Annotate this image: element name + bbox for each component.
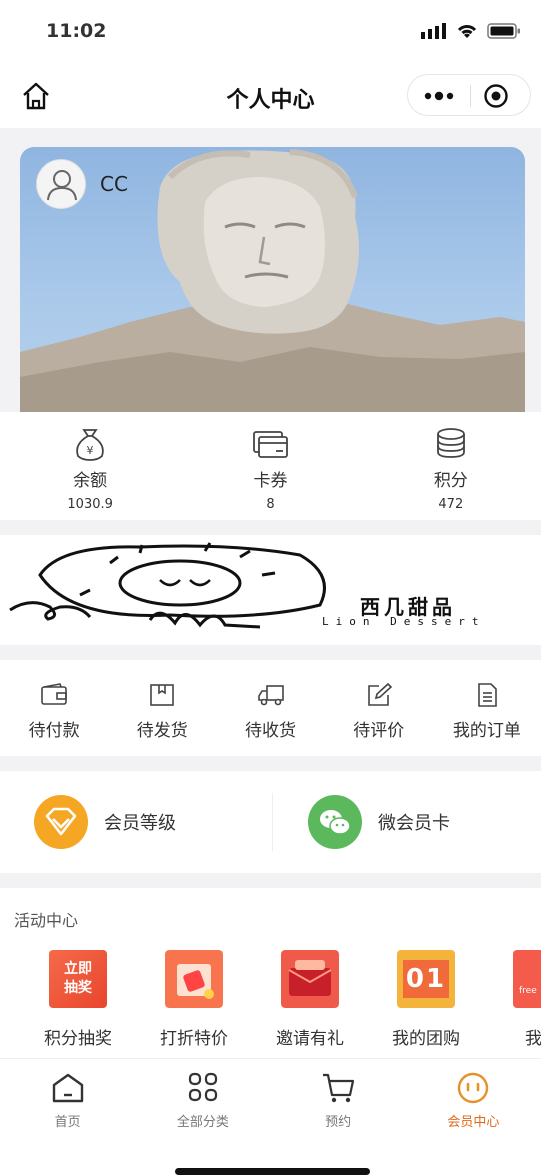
- lion-logo-illustration: [9, 542, 326, 629]
- home-icon: [52, 1073, 83, 1103]
- activity-group-buy[interactable]: 01 我的团购: [376, 950, 476, 1049]
- activity-label: 打折特价: [160, 1029, 228, 1049]
- asset-points[interactable]: 积分 472: [361, 412, 541, 520]
- wifi-icon: [457, 25, 477, 38]
- asset-summary: ¥ 余额 1030.9 卡券 8 积分 472: [0, 412, 541, 520]
- personal-center-screen: 11:02 个人中心 CC ¥ 余额 1030.9 卡券 8 积分 472 西几…: [0, 0, 541, 1175]
- activity-title: 活动中心: [14, 911, 79, 930]
- asset-value: 472: [438, 497, 464, 512]
- activity-center: 活动中心 立即抽奖 积分抽奖 打折特价 邀请有礼 01 我的团购 free 我: [0, 888, 541, 1058]
- user-avatar[interactable]: [36, 159, 86, 209]
- tab-member-center[interactable]: 会员中心: [406, 1059, 541, 1175]
- member-level-badge: [34, 795, 88, 849]
- username: CC: [100, 172, 128, 196]
- group-buy-calendar-icon: 01: [397, 950, 455, 1008]
- status-bar: 11:02: [0, 0, 541, 62]
- member-divider: [272, 793, 273, 851]
- wallet-icon: [41, 683, 67, 705]
- target-close-icon[interactable]: [483, 83, 509, 109]
- tab-label: 预约: [325, 1115, 352, 1130]
- order-label: 待评价: [353, 721, 405, 741]
- mini-program-capsule: [407, 74, 531, 116]
- order-all[interactable]: 我的订单: [433, 660, 541, 756]
- asset-label: 积分: [433, 471, 468, 491]
- order-label: 我的订单: [452, 721, 521, 741]
- nav-bar: 个人中心: [0, 62, 541, 128]
- activity-label: 积分抽奖: [44, 1029, 112, 1049]
- card-icon: [253, 431, 289, 458]
- money-bag-icon: ¥: [76, 429, 104, 461]
- discount-gift-icon: [165, 950, 223, 1008]
- home-indicator[interactable]: [175, 1168, 370, 1175]
- tab-booking[interactable]: 预约: [271, 1059, 406, 1175]
- battery-icon: [487, 23, 520, 39]
- user-avatar-icon: [47, 170, 77, 201]
- tab-label: 全部分类: [176, 1115, 229, 1130]
- free-pic-text: free: [519, 986, 537, 996]
- wechat-icon: [320, 810, 351, 835]
- status-time: 11:02: [46, 20, 107, 42]
- activity-mine[interactable]: free 我的: [492, 950, 541, 1049]
- lottery-icon: 立即抽奖: [49, 950, 107, 1008]
- edit-icon: [367, 682, 392, 706]
- tab-home[interactable]: 首页: [0, 1059, 135, 1175]
- member-face-icon: [458, 1072, 489, 1104]
- wechat-member-card-entry[interactable]: 微会员卡: [308, 795, 450, 849]
- grid-icon: [188, 1072, 217, 1102]
- asset-value: 8: [266, 497, 275, 512]
- truck-icon: [257, 685, 284, 706]
- activity-points-lottery[interactable]: 立即抽奖 积分抽奖: [28, 950, 128, 1049]
- order-pending-payment[interactable]: 待付款: [0, 660, 108, 756]
- asset-value: 1030.9: [67, 497, 113, 512]
- status-icons: [421, 22, 521, 40]
- activity-label: 我的团购: [392, 1029, 460, 1049]
- asset-label: 余额: [73, 471, 108, 491]
- asset-coupons[interactable]: 卡券 8: [180, 412, 360, 520]
- order-pending-receipt[interactable]: 待收货: [216, 660, 324, 756]
- member-section: 会员等级 微会员卡: [0, 771, 541, 873]
- asset-label: 卡券: [253, 471, 288, 491]
- lottery-pic-text: 立即抽奖: [64, 961, 92, 996]
- bottom-tab-bar: 首页 全部分类 预约 会员中心: [0, 1058, 541, 1175]
- group-buy-pic-text: 01: [403, 960, 449, 998]
- more-dots-icon[interactable]: [422, 86, 456, 106]
- wechat-badge: [308, 795, 362, 849]
- free-tag-icon: free: [513, 950, 541, 1008]
- tab-all-categories[interactable]: 全部分类: [135, 1059, 270, 1175]
- tab-label: 首页: [54, 1115, 81, 1130]
- order-label: 待发货: [136, 721, 188, 741]
- order-pending-shipment[interactable]: 待发货: [108, 660, 216, 756]
- tab-label: 会员中心: [447, 1115, 500, 1130]
- cart-icon: [323, 1073, 355, 1103]
- profile-header-image: [20, 147, 525, 412]
- box-icon: [150, 684, 175, 706]
- statue-landscape-illustration: [20, 149, 525, 412]
- signal-icon: [421, 23, 446, 39]
- document-icon: [478, 683, 497, 707]
- activity-discount[interactable]: 打折特价: [144, 950, 244, 1049]
- wechat-member-card-label: 微会员卡: [378, 813, 450, 834]
- diamond-icon: [45, 807, 77, 836]
- order-status-row: 待付款 待发货 待收货 待评价 我的订单: [0, 660, 541, 756]
- member-level-entry[interactable]: 会员等级: [34, 795, 176, 849]
- invite-envelope-icon: [281, 950, 339, 1008]
- order-label: 待付款: [28, 721, 80, 741]
- svg-text:¥: ¥: [87, 444, 94, 457]
- order-label: 待收货: [245, 721, 296, 741]
- brand-name-en: Lion Dessert: [322, 615, 486, 628]
- asset-balance[interactable]: ¥ 余额 1030.9: [0, 412, 180, 520]
- activity-label: 我的: [525, 1029, 541, 1049]
- member-level-label: 会员等级: [104, 813, 176, 834]
- activity-invite[interactable]: 邀请有礼: [260, 950, 360, 1049]
- coins-icon: [436, 428, 465, 458]
- capsule-divider: [470, 85, 471, 107]
- order-pending-review[interactable]: 待评价: [325, 660, 433, 756]
- brand-banner[interactable]: 西几甜品 Lion Dessert: [0, 535, 541, 645]
- activity-label: 邀请有礼: [276, 1029, 344, 1049]
